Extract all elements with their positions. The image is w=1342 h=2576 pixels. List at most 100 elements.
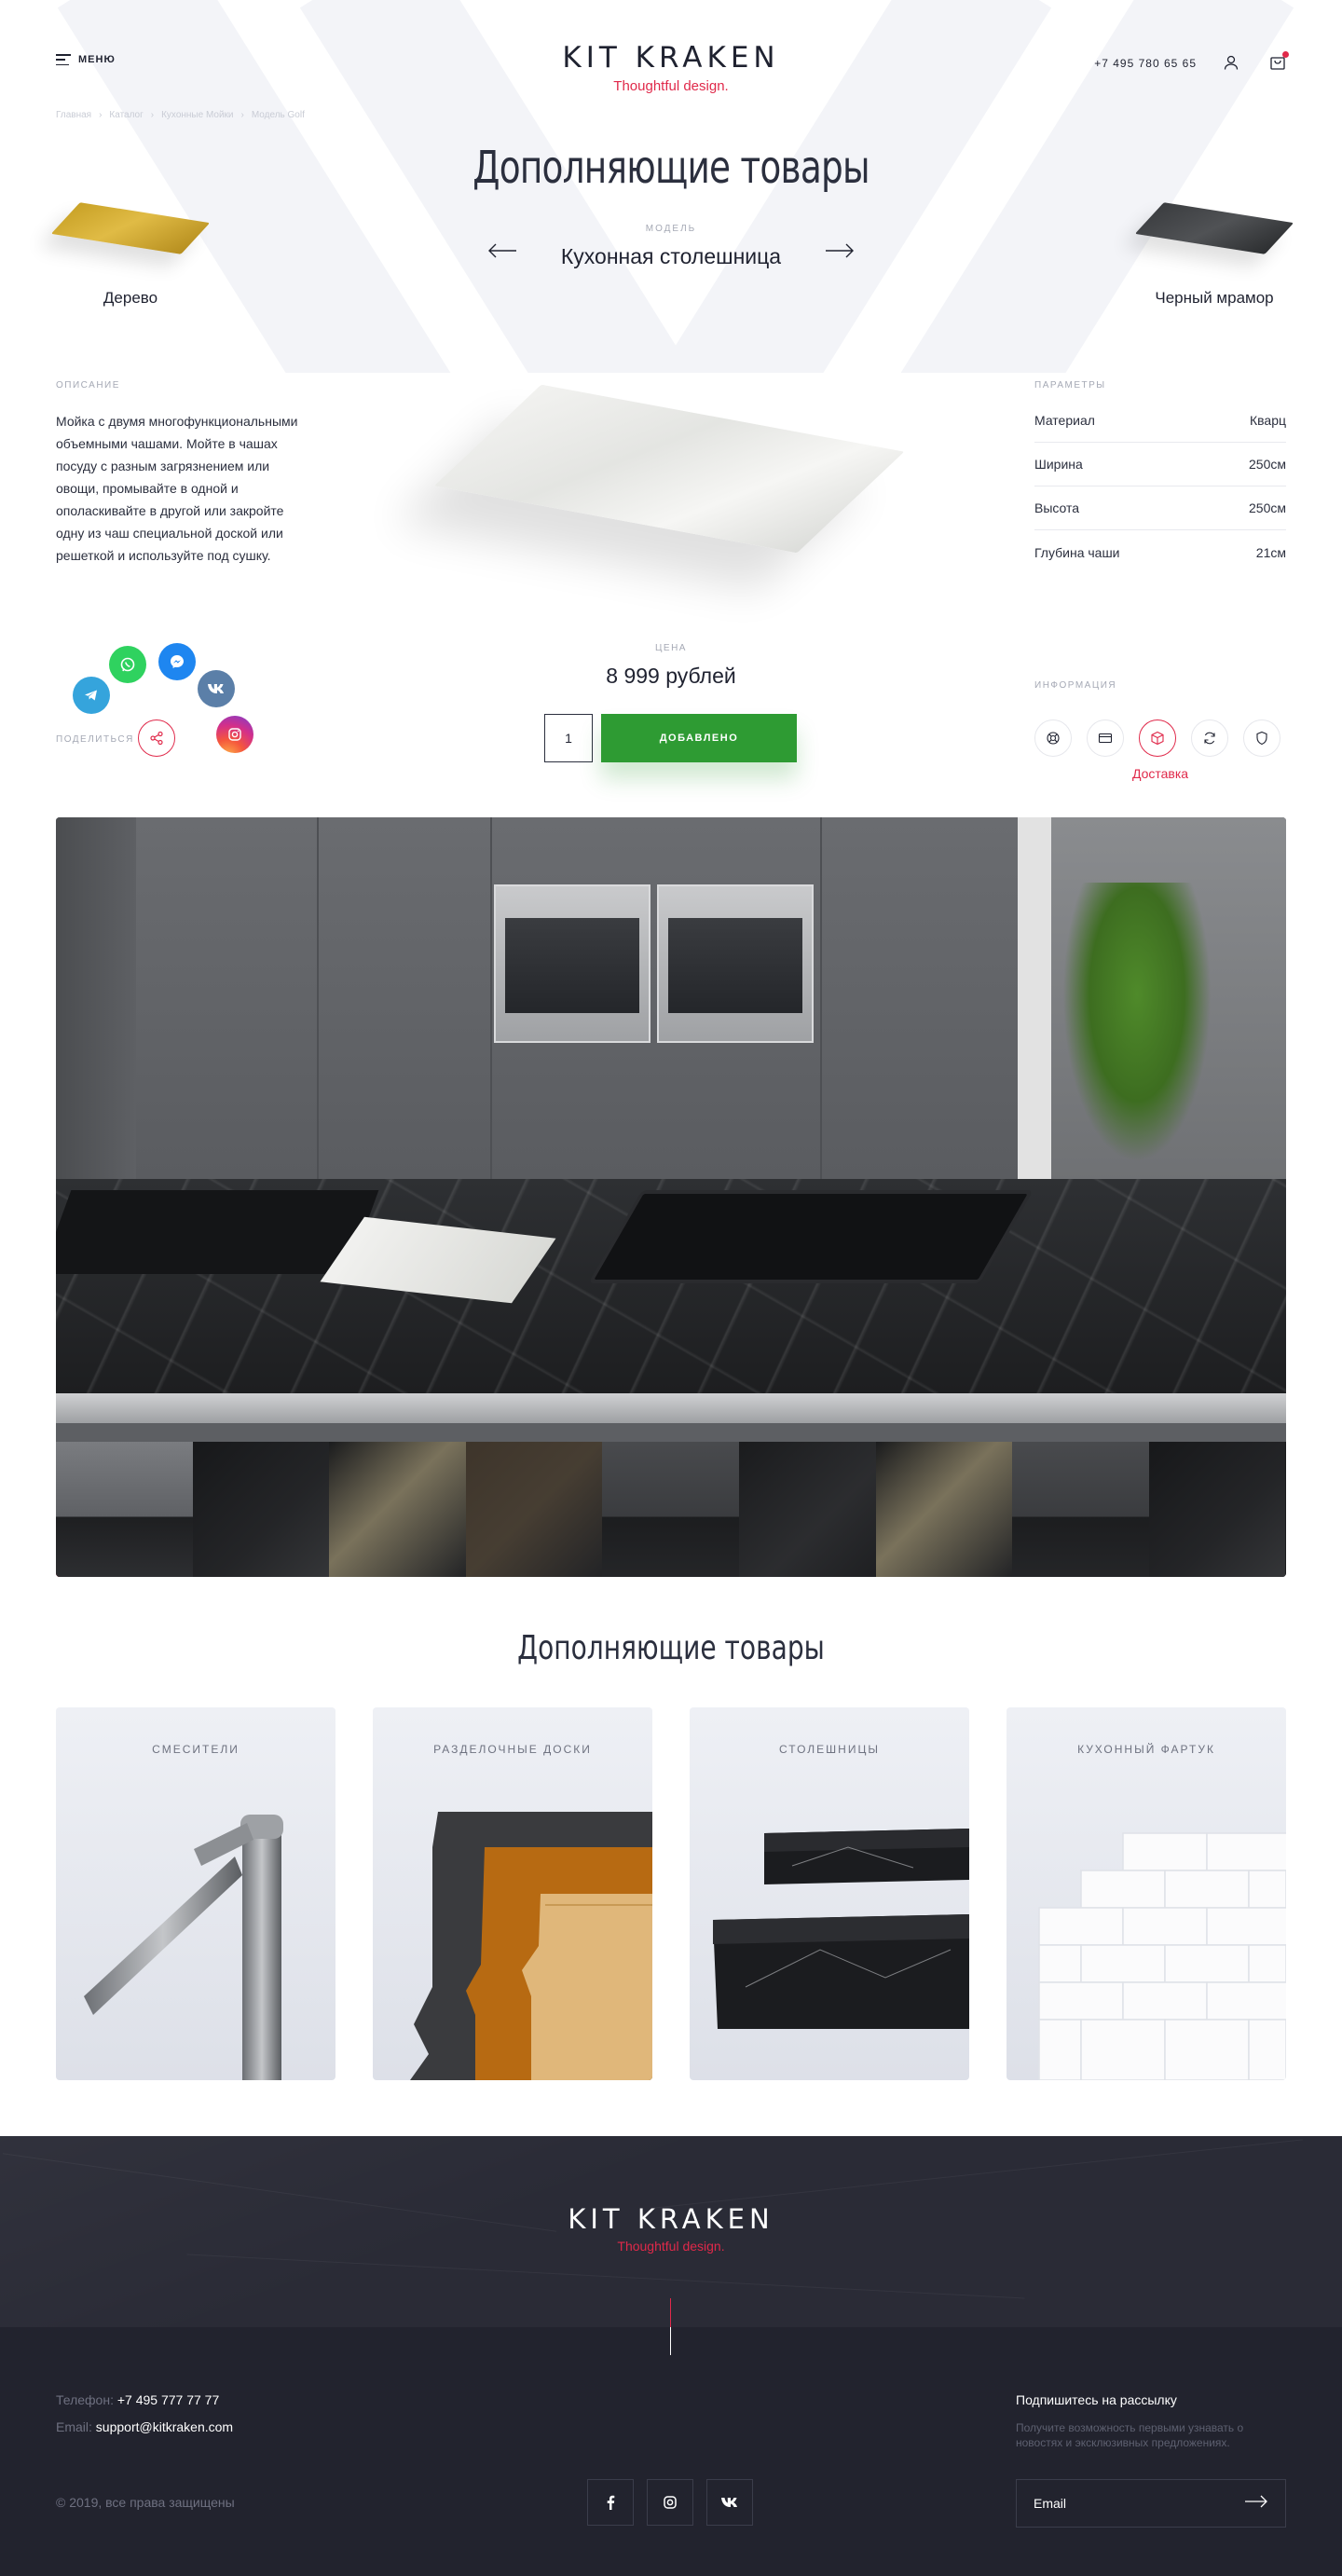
share-icon (150, 731, 163, 746)
related-card-boards[interactable]: РАЗДЕЛОЧНЫЕ ДОСКИ (373, 1707, 652, 2080)
breadcrumb-separator: › (240, 110, 244, 120)
black-marble-countertop-image (1134, 202, 1294, 254)
share-button[interactable] (138, 719, 175, 757)
gallery-wine-shelf (56, 817, 136, 1190)
vk-icon[interactable] (706, 2479, 753, 2526)
related-card-title: РАЗДЕЛОЧНЫЕ ДОСКИ (433, 1743, 592, 1756)
breadcrumb: Главная › Каталог › Кухонные Мойки › Модель… (56, 110, 305, 120)
description-label: ОПИСАНИЕ (56, 380, 120, 391)
gallery-oven (657, 884, 814, 1043)
gallery-thumbnail[interactable] (1148, 1442, 1286, 1577)
backsplash-tiles-image (1038, 1832, 1286, 2080)
parameters-label: ПАРАМЕТРЫ (1034, 380, 1106, 391)
subscribe-form (1016, 2479, 1286, 2528)
gallery-thumbnail[interactable] (329, 1442, 466, 1577)
add-to-cart-button[interactable]: ДОБАВЛЕНО (601, 714, 797, 762)
breadcrumb-separator: › (99, 110, 103, 120)
instagram-icon[interactable] (216, 716, 253, 753)
messenger-icon[interactable] (158, 643, 196, 680)
gallery-cabinet (820, 817, 822, 1181)
telegram-icon[interactable] (73, 677, 110, 714)
next-model-card[interactable]: Черный мрамор (1134, 202, 1294, 308)
logo[interactable]: KIT KRAKEN Thoughtful design. (485, 41, 857, 94)
wood-countertop-image (50, 202, 211, 254)
refresh-icon[interactable] (1191, 719, 1228, 757)
gallery-thumbnail[interactable] (465, 1442, 603, 1577)
menu-label: МЕНЮ (78, 54, 116, 65)
param-row: Материал Кварц (1034, 399, 1286, 443)
prev-model-card[interactable]: Дерево (50, 202, 211, 308)
breadcrumb-item[interactable]: Главная (56, 110, 91, 120)
param-name: Глубина чаши (1034, 544, 1120, 560)
page-title: Дополняющие товары (472, 142, 870, 194)
subscribe-title: Подпишитесь на рассылку (1016, 2392, 1177, 2407)
gallery-oven (494, 884, 650, 1043)
subscribe-submit-button[interactable] (1244, 2495, 1268, 2513)
arrow-right-icon (1245, 2495, 1267, 2507)
related-card-backsplash[interactable]: КУХОННЫЙ ФАРТУК (1006, 1707, 1286, 2080)
shield-icon[interactable] (1243, 719, 1280, 757)
footer-social (587, 2479, 753, 2526)
info-label: ИНФОРМАЦИЯ (1034, 680, 1117, 691)
countertop-image (713, 1829, 969, 2029)
cart-badge (1282, 51, 1289, 58)
footer-divider-red (670, 2298, 671, 2327)
related-title: Дополняющие товары (517, 1629, 825, 1667)
parameters-table: Материал Кварц Ширина 250см Высота 250см… (1034, 399, 1286, 574)
footer-phone: Телефон: +7 495 777 77 77 (56, 2392, 219, 2407)
param-name: Материал (1034, 413, 1095, 428)
breadcrumb-item[interactable]: Кухонные Мойки (161, 110, 233, 120)
model-next-button[interactable] (824, 240, 856, 261)
related-card-faucets[interactable]: СМЕСИТЕЛИ (56, 1707, 336, 2080)
footer-logo[interactable]: KIT KRAKEN Thoughtful design. (485, 2203, 857, 2254)
facebook-icon[interactable] (587, 2479, 634, 2526)
gallery-thumbnail[interactable] (56, 1442, 193, 1577)
next-model-name: Черный мрамор (1155, 289, 1274, 307)
logo-tagline: Thoughtful design. (613, 78, 729, 94)
cutting-board-image (410, 1812, 652, 2080)
gallery-thumbnail[interactable] (738, 1442, 876, 1577)
related-card-title: СМЕСИТЕЛИ (152, 1743, 240, 1756)
related-card-countertops[interactable]: СТОЛЕШНИЦЫ (690, 1707, 969, 2080)
breadcrumb-item[interactable]: Каталог (109, 110, 143, 120)
product-gallery[interactable] (56, 817, 1286, 1577)
card-icon[interactable] (1087, 719, 1124, 757)
user-icon[interactable] (1223, 54, 1239, 71)
whatsapp-icon[interactable] (109, 646, 146, 683)
model-prev-button[interactable] (486, 240, 518, 261)
gallery-thumbnail[interactable] (192, 1442, 330, 1577)
footer-copyright: © 2019, все права защищены (56, 2495, 235, 2510)
gallery-thumbnail[interactable] (875, 1442, 1013, 1577)
box-icon[interactable] (1139, 719, 1176, 757)
subscribe-email-input[interactable] (1034, 2496, 1220, 2511)
cart-icon[interactable] (1269, 51, 1289, 71)
footer-logo-tagline: Thoughtful design. (617, 2239, 725, 2254)
info-icons (1034, 719, 1280, 757)
support-icon[interactable] (1034, 719, 1072, 757)
gallery-thumbnail[interactable] (602, 1442, 739, 1577)
gallery-counter-edge (56, 1393, 1286, 1423)
footer-email: Email: support@kitkraken.com (56, 2419, 233, 2434)
prev-model-name: Дерево (103, 289, 158, 307)
breadcrumb-separator: › (150, 110, 155, 120)
info-active-caption: Доставка (1131, 766, 1189, 781)
footer (0, 2327, 1342, 2576)
footer-email-value[interactable]: support@kitkraken.com (96, 2419, 233, 2434)
gallery-cabinet (317, 817, 319, 1181)
quantity-input[interactable]: 1 (544, 714, 593, 762)
gallery-cooktop (56, 1190, 379, 1274)
param-row: Высота 250см (1034, 486, 1286, 530)
burger-icon (56, 54, 71, 65)
vk-icon[interactable] (198, 670, 235, 707)
footer-email-label: Email: (56, 2419, 96, 2434)
footer-phone-value[interactable]: +7 495 777 77 77 (117, 2392, 219, 2407)
gallery-plant (1062, 883, 1212, 1162)
description-text: Мойка с двумя многофункциональными объем… (56, 414, 298, 563)
gallery-thumbnails (56, 1442, 1286, 1577)
gallery-column (1018, 817, 1051, 1181)
menu-button[interactable]: МЕНЮ (56, 54, 116, 65)
header-phone[interactable]: +7 495 780 65 65 (1094, 57, 1197, 70)
footer-phone-label: Телефон: (56, 2392, 117, 2407)
gallery-thumbnail[interactable] (1012, 1442, 1149, 1577)
instagram-icon[interactable] (647, 2479, 693, 2526)
